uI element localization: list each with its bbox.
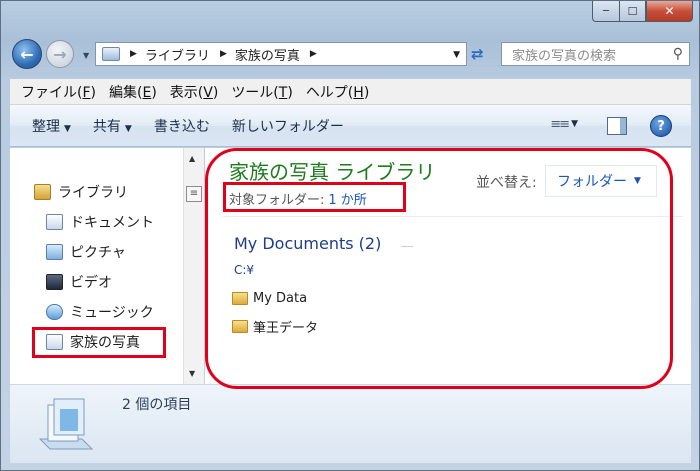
libraries-folder-icon xyxy=(34,184,51,200)
group-header[interactable]: My Documents (2) xyxy=(234,234,381,253)
search-icon[interactable]: ⚲ xyxy=(673,46,683,62)
nav-item-family-photos[interactable]: 家族の写真 xyxy=(46,332,140,352)
back-arrow-icon: ← xyxy=(20,44,34,64)
scope-locations-link[interactable]: 1 か所 xyxy=(328,193,366,208)
scroll-up-icon[interactable]: ▲ xyxy=(189,154,195,163)
menu-view[interactable]: 表示(V) xyxy=(170,82,219,102)
library-title: 家族の写真 ライブラリ xyxy=(229,160,436,184)
breadcrumb-separator-icon[interactable]: ▶ xyxy=(310,49,317,59)
arrange-by-dropdown[interactable]: フォルダー ▼ xyxy=(545,165,657,197)
nav-item-pictures[interactable]: ピクチャ xyxy=(46,242,126,262)
divider xyxy=(223,216,683,217)
address-bar[interactable]: ▶ ライブラリ ▶ 家族の写真 ▶ ▼ xyxy=(95,42,467,66)
search-box[interactable]: 家族の写真の検索 ⚲ xyxy=(501,42,690,66)
folder-icon xyxy=(232,292,248,305)
explorer-window: ─ ☐ ✕ ← → ▼ ▶ ライブラリ ▶ 家族の写真 ▶ ▼ ⇄ 家族の写真の… xyxy=(0,0,700,471)
navigation-pane: ライブラリ ドキュメント ピクチャ ビデオ ミュージック 家族の写真 xyxy=(10,148,183,384)
chevron-down-icon[interactable]: ▼ xyxy=(571,119,578,129)
command-bar: 整理 ▼ 共有 ▼ 書き込む 新しいフォルダー ≡≡ ▼ ? xyxy=(10,105,691,147)
menu-help[interactable]: ヘルプ(H) xyxy=(306,82,369,102)
chevron-down-icon: ▼ xyxy=(124,123,132,134)
group-header-line xyxy=(401,246,413,247)
library-large-icon xyxy=(38,398,94,450)
pictures-icon xyxy=(46,244,63,260)
scope-label: 対象フォルダー: xyxy=(229,193,325,208)
library-icon xyxy=(46,334,63,350)
menu-edit[interactable]: 編集(E) xyxy=(109,82,157,102)
videos-icon xyxy=(46,274,63,290)
folder-icon xyxy=(232,320,248,333)
chevron-down-icon: ▼ xyxy=(64,123,71,134)
content-pane: 家族の写真 ライブラリ 対象フォルダー: 1 か所 並べ替え: フォルダー ▼ My… xyxy=(205,148,691,384)
minimize-button[interactable]: ─ xyxy=(592,1,619,22)
chevron-down-icon: ▼ xyxy=(634,176,641,186)
scroll-thumb[interactable]: ≡ xyxy=(186,186,202,202)
arrange-by-label: 並べ替え: xyxy=(476,175,537,191)
organize-button[interactable]: 整理 ▼ xyxy=(32,116,71,136)
close-icon: ✕ xyxy=(664,4,675,18)
maximize-icon: ☐ xyxy=(627,4,638,18)
preview-pane-icon[interactable] xyxy=(607,117,627,135)
minimize-icon: ─ xyxy=(602,5,610,17)
share-button[interactable]: 共有 ▼ xyxy=(93,116,132,136)
recent-pages-dropdown-icon[interactable]: ▼ xyxy=(83,51,89,60)
file-item[interactable]: 筆王データ xyxy=(232,317,318,336)
new-folder-button[interactable]: 新しいフォルダー xyxy=(232,116,344,136)
menu-tools[interactable]: ツール(T) xyxy=(231,82,293,102)
change-view-icon[interactable]: ≡≡ xyxy=(550,117,570,132)
address-history-dropdown-icon[interactable]: ▼ xyxy=(453,50,460,60)
close-button[interactable]: ✕ xyxy=(646,1,693,22)
menu-bar: ファイル(F) 編集(E) 表示(V) ツール(T) ヘルプ(H) xyxy=(10,79,691,105)
library-scope: 対象フォルダー: 1 か所 xyxy=(229,189,367,208)
nav-item-music[interactable]: ミュージック xyxy=(46,302,154,322)
caption-buttons: ─ ☐ ✕ xyxy=(592,1,693,23)
back-button[interactable]: ← xyxy=(12,39,42,69)
breadcrumb: ▶ ライブラリ ▶ 家族の写真 ▶ xyxy=(120,45,325,64)
details-pane: 2 個の項目 xyxy=(10,384,691,463)
nav-item-videos[interactable]: ビデオ xyxy=(46,272,112,292)
nav-item-libraries[interactable]: ライブラリ xyxy=(34,182,128,202)
maximize-button[interactable]: ☐ xyxy=(619,1,646,22)
breadcrumb-item-libraries[interactable]: ライブラリ xyxy=(145,45,210,64)
music-icon xyxy=(46,304,63,320)
item-count: 2 個の項目 xyxy=(122,397,192,413)
file-item[interactable]: My Data xyxy=(232,291,307,306)
library-location-icon xyxy=(102,47,120,61)
burn-button[interactable]: 書き込む xyxy=(154,116,210,136)
refresh-icon[interactable]: ⇄ xyxy=(471,45,484,63)
documents-icon xyxy=(46,214,63,230)
scroll-down-icon[interactable]: ▼ xyxy=(189,369,195,378)
forward-button[interactable]: → xyxy=(46,40,74,68)
breadcrumb-separator-icon[interactable]: ▶ xyxy=(130,49,137,59)
navigation-scrollbar[interactable]: ▲ ≡ ▼ xyxy=(183,148,204,384)
search-placeholder: 家族の写真の検索 xyxy=(512,48,617,64)
menu-file[interactable]: ファイル(F) xyxy=(21,82,96,102)
help-icon[interactable]: ? xyxy=(650,115,672,137)
group-path: C:¥ xyxy=(234,263,255,277)
breadcrumb-item-family-photos[interactable]: 家族の写真 xyxy=(235,45,300,64)
breadcrumb-separator-icon[interactable]: ▶ xyxy=(220,49,227,59)
nav-item-documents[interactable]: ドキュメント xyxy=(46,212,154,232)
forward-arrow-icon: → xyxy=(53,44,67,64)
